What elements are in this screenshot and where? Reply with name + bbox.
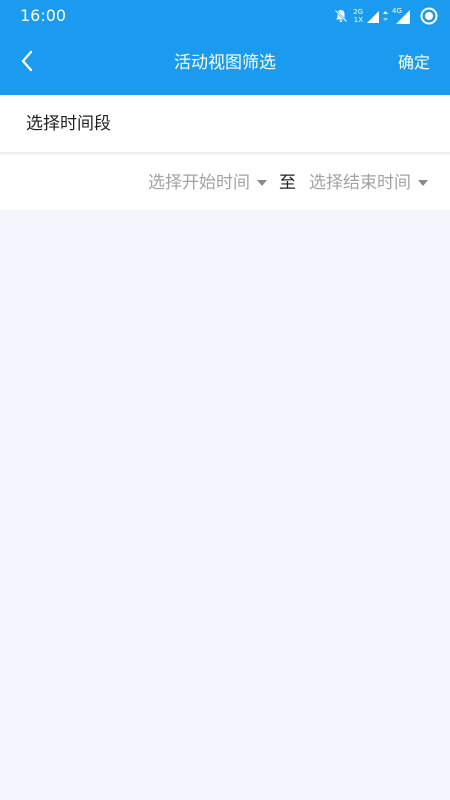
start-time-picker[interactable]: 选择开始时间 xyxy=(148,171,267,195)
status-bar: 16:00 2G 1X 4G xyxy=(0,0,450,32)
end-time-picker[interactable]: 选择结束时间 xyxy=(309,171,428,195)
time-range-row: 选择开始时间 至 选择结束时间 xyxy=(0,155,450,210)
caret-down-icon xyxy=(418,180,428,186)
app-header: 16:00 2G 1X 4G 活动视图筛选 确定 xyxy=(0,0,450,95)
end-time-placeholder: 选择结束时间 xyxy=(309,173,411,193)
nav-bar: 活动视图筛选 确定 xyxy=(0,32,450,95)
start-time-placeholder: 选择开始时间 xyxy=(148,173,250,193)
confirm-button[interactable]: 确定 xyxy=(398,51,430,75)
caret-down-icon xyxy=(257,180,267,186)
chevron-left-icon xyxy=(20,50,34,76)
signal-4g-icon: 4G xyxy=(392,7,410,24)
signal-icon xyxy=(367,9,379,23)
range-separator: 至 xyxy=(279,173,296,193)
activity-view-filter-screen: 16:00 2G 1X 4G 活动视图筛选 确定 选择时间段 选择开始时间 至 … xyxy=(0,0,450,800)
status-icons: 2G 1X 4G xyxy=(333,6,438,26)
record-icon xyxy=(420,7,438,25)
status-time: 16:00 xyxy=(20,6,67,25)
time-range-controls: 选择开始时间 至 选择结束时间 xyxy=(148,170,428,196)
network-1x-label: 1X xyxy=(353,16,363,24)
time-range-section-header: 选择时间段 xyxy=(0,95,450,153)
data-arrows-icon xyxy=(383,10,388,22)
back-button[interactable] xyxy=(10,44,44,82)
network-2g-label: 2G xyxy=(353,8,363,16)
page-title: 活动视图筛选 xyxy=(174,53,276,73)
notification-off-icon xyxy=(333,8,349,24)
section-label: 选择时间段 xyxy=(26,114,111,134)
network-type-2g-1x: 2G 1X xyxy=(353,8,363,24)
